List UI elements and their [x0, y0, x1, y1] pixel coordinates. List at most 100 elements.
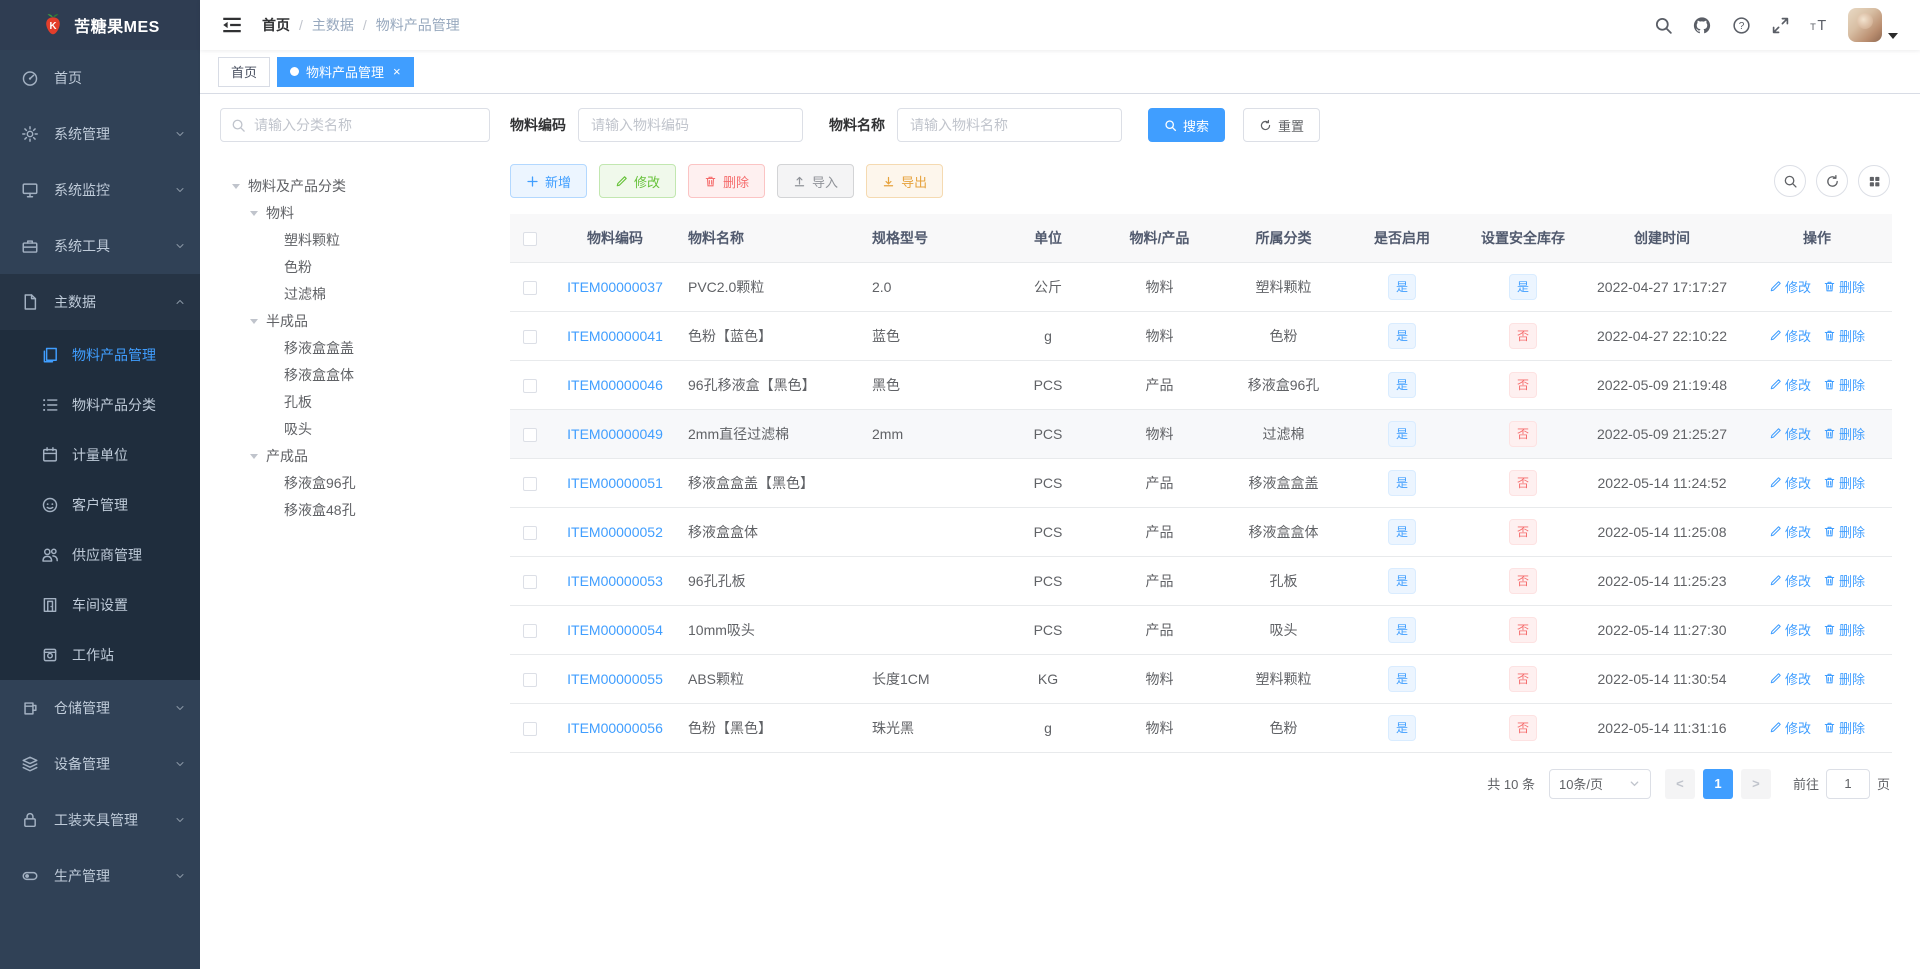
edit-button[interactable]: 修改: [599, 164, 677, 198]
material-code-link[interactable]: ITEM00000055: [567, 671, 663, 687]
show-search-icon[interactable]: [1774, 165, 1806, 197]
tree-node[interactable]: 过滤棉: [220, 280, 490, 307]
avatar[interactable]: [1848, 8, 1882, 42]
tree-node[interactable]: 物料: [220, 199, 490, 226]
row-delete-button[interactable]: 删除: [1823, 473, 1865, 492]
row-checkbox[interactable]: [523, 525, 537, 540]
refresh-icon[interactable]: [1816, 165, 1848, 197]
import-button[interactable]: 导入: [777, 164, 855, 198]
breadcrumb-home[interactable]: 首页: [262, 15, 290, 35]
sidebar-item-system-management[interactable]: 系统管理: [0, 106, 200, 162]
tree-node[interactable]: 移液盒96孔: [220, 469, 490, 496]
row-edit-button[interactable]: 修改: [1769, 277, 1811, 296]
select-all-checkbox[interactable]: [523, 231, 537, 246]
sidebar-item-system-monitoring[interactable]: 系统监控: [0, 162, 200, 218]
row-delete-button[interactable]: 删除: [1823, 522, 1865, 541]
material-code-link[interactable]: ITEM00000052: [567, 524, 663, 540]
user-menu[interactable]: [1848, 8, 1898, 42]
github-icon[interactable]: [1692, 15, 1712, 35]
row-delete-button[interactable]: 删除: [1823, 669, 1865, 688]
row-delete-button[interactable]: 删除: [1823, 571, 1865, 590]
row-edit-button[interactable]: 修改: [1769, 669, 1811, 688]
row-edit-button[interactable]: 修改: [1769, 424, 1811, 443]
sidebar-item-measurement-unit[interactable]: 计量单位: [0, 430, 200, 480]
tree-node[interactable]: 孔板: [220, 388, 490, 415]
row-delete-button[interactable]: 删除: [1823, 326, 1865, 345]
sidebar-item-production-management[interactable]: 生产管理: [0, 848, 200, 904]
tree-node[interactable]: 半成品: [220, 307, 490, 334]
tree-node[interactable]: 移液盒盒体: [220, 361, 490, 388]
tree-node[interactable]: 物料及产品分类: [220, 172, 490, 199]
tree-node[interactable]: 产成品: [220, 442, 490, 469]
tree-node[interactable]: 移液盒盒盖: [220, 334, 490, 361]
material-code-link[interactable]: ITEM00000056: [567, 720, 663, 736]
tab-material-product-management[interactable]: 物料产品管理 ×: [277, 56, 414, 87]
material-code-link[interactable]: ITEM00000037: [567, 279, 663, 295]
material-code-link[interactable]: ITEM00000051: [567, 475, 663, 491]
add-button[interactable]: 新增: [510, 164, 588, 198]
font-size-icon[interactable]: T T: [1809, 15, 1829, 35]
row-edit-button[interactable]: 修改: [1769, 571, 1811, 590]
tree-node[interactable]: 色粉: [220, 253, 490, 280]
sidebar-item-tooling-management[interactable]: 工装夹具管理: [0, 792, 200, 848]
close-tab-icon[interactable]: ×: [393, 65, 401, 78]
row-edit-button[interactable]: 修改: [1769, 326, 1811, 345]
sidebar-item-warehouse-management[interactable]: 仓储管理: [0, 680, 200, 736]
row-edit-button[interactable]: 修改: [1769, 375, 1811, 394]
row-checkbox[interactable]: [523, 574, 537, 589]
reset-button[interactable]: 重置: [1243, 108, 1321, 142]
tree-search-input[interactable]: [254, 117, 479, 133]
sidebar-item-home[interactable]: 首页: [0, 50, 200, 106]
tab-home[interactable]: 首页: [218, 56, 271, 87]
tree-expand-icon[interactable]: [248, 315, 260, 327]
goto-page-input[interactable]: [1825, 768, 1870, 799]
row-edit-button[interactable]: 修改: [1769, 718, 1811, 737]
export-button[interactable]: 导出: [866, 164, 944, 198]
row-delete-button[interactable]: 删除: [1823, 375, 1865, 394]
fullscreen-icon[interactable]: [1770, 15, 1790, 35]
delete-button[interactable]: 删除: [688, 164, 766, 198]
row-edit-button[interactable]: 修改: [1769, 620, 1811, 639]
tree-expand-icon[interactable]: [230, 180, 242, 192]
material-code-link[interactable]: ITEM00000046: [567, 377, 663, 393]
column-settings-icon[interactable]: [1858, 165, 1890, 197]
material-code-link[interactable]: ITEM00000041: [567, 328, 663, 344]
sidebar-item-customer-management[interactable]: 客户管理: [0, 480, 200, 530]
app-logo[interactable]: K 苦糖果MES: [0, 0, 200, 50]
sidebar-item-system-tools[interactable]: 系统工具: [0, 218, 200, 274]
row-delete-button[interactable]: 删除: [1823, 620, 1865, 639]
tree-expand-icon[interactable]: [248, 450, 260, 462]
row-delete-button[interactable]: 删除: [1823, 718, 1865, 737]
row-checkbox[interactable]: [523, 721, 537, 736]
tree-node[interactable]: 吸头: [220, 415, 490, 442]
search-button[interactable]: 搜索: [1148, 108, 1226, 142]
row-checkbox[interactable]: [523, 672, 537, 687]
material-code-link[interactable]: ITEM00000053: [567, 573, 663, 589]
material-code-link[interactable]: ITEM00000054: [567, 622, 663, 638]
help-icon[interactable]: ?: [1731, 15, 1751, 35]
row-checkbox[interactable]: [523, 280, 537, 295]
row-checkbox[interactable]: [523, 378, 537, 393]
row-checkbox[interactable]: [523, 623, 537, 638]
tree-expand-icon[interactable]: [248, 207, 260, 219]
row-checkbox[interactable]: [523, 427, 537, 442]
tree-node[interactable]: 移液盒48孔: [220, 496, 490, 523]
search-icon[interactable]: [1653, 15, 1673, 35]
sidebar-item-material-product-category[interactable]: 物料产品分类: [0, 380, 200, 430]
row-delete-button[interactable]: 删除: [1823, 277, 1865, 296]
collapse-sidebar-icon[interactable]: [222, 14, 244, 36]
sidebar-item-material-product-management[interactable]: 物料产品管理: [0, 330, 200, 380]
sidebar-item-supplier-management[interactable]: 供应商管理: [0, 530, 200, 580]
material-code-link[interactable]: ITEM00000049: [567, 426, 663, 442]
row-checkbox[interactable]: [523, 329, 537, 344]
material-name-input[interactable]: [897, 108, 1122, 142]
sidebar-item-workshop-settings[interactable]: 车间设置: [0, 580, 200, 630]
page-size-select[interactable]: 10条/页: [1548, 768, 1651, 799]
material-code-input[interactable]: [578, 108, 803, 142]
row-checkbox[interactable]: [523, 476, 537, 491]
sidebar-item-master-data[interactable]: 主数据: [0, 274, 200, 330]
row-edit-button[interactable]: 修改: [1769, 522, 1811, 541]
sidebar-item-equipment-management[interactable]: 设备管理: [0, 736, 200, 792]
prev-page-button[interactable]: <: [1664, 768, 1695, 799]
tree-node[interactable]: 塑料颗粒: [220, 226, 490, 253]
